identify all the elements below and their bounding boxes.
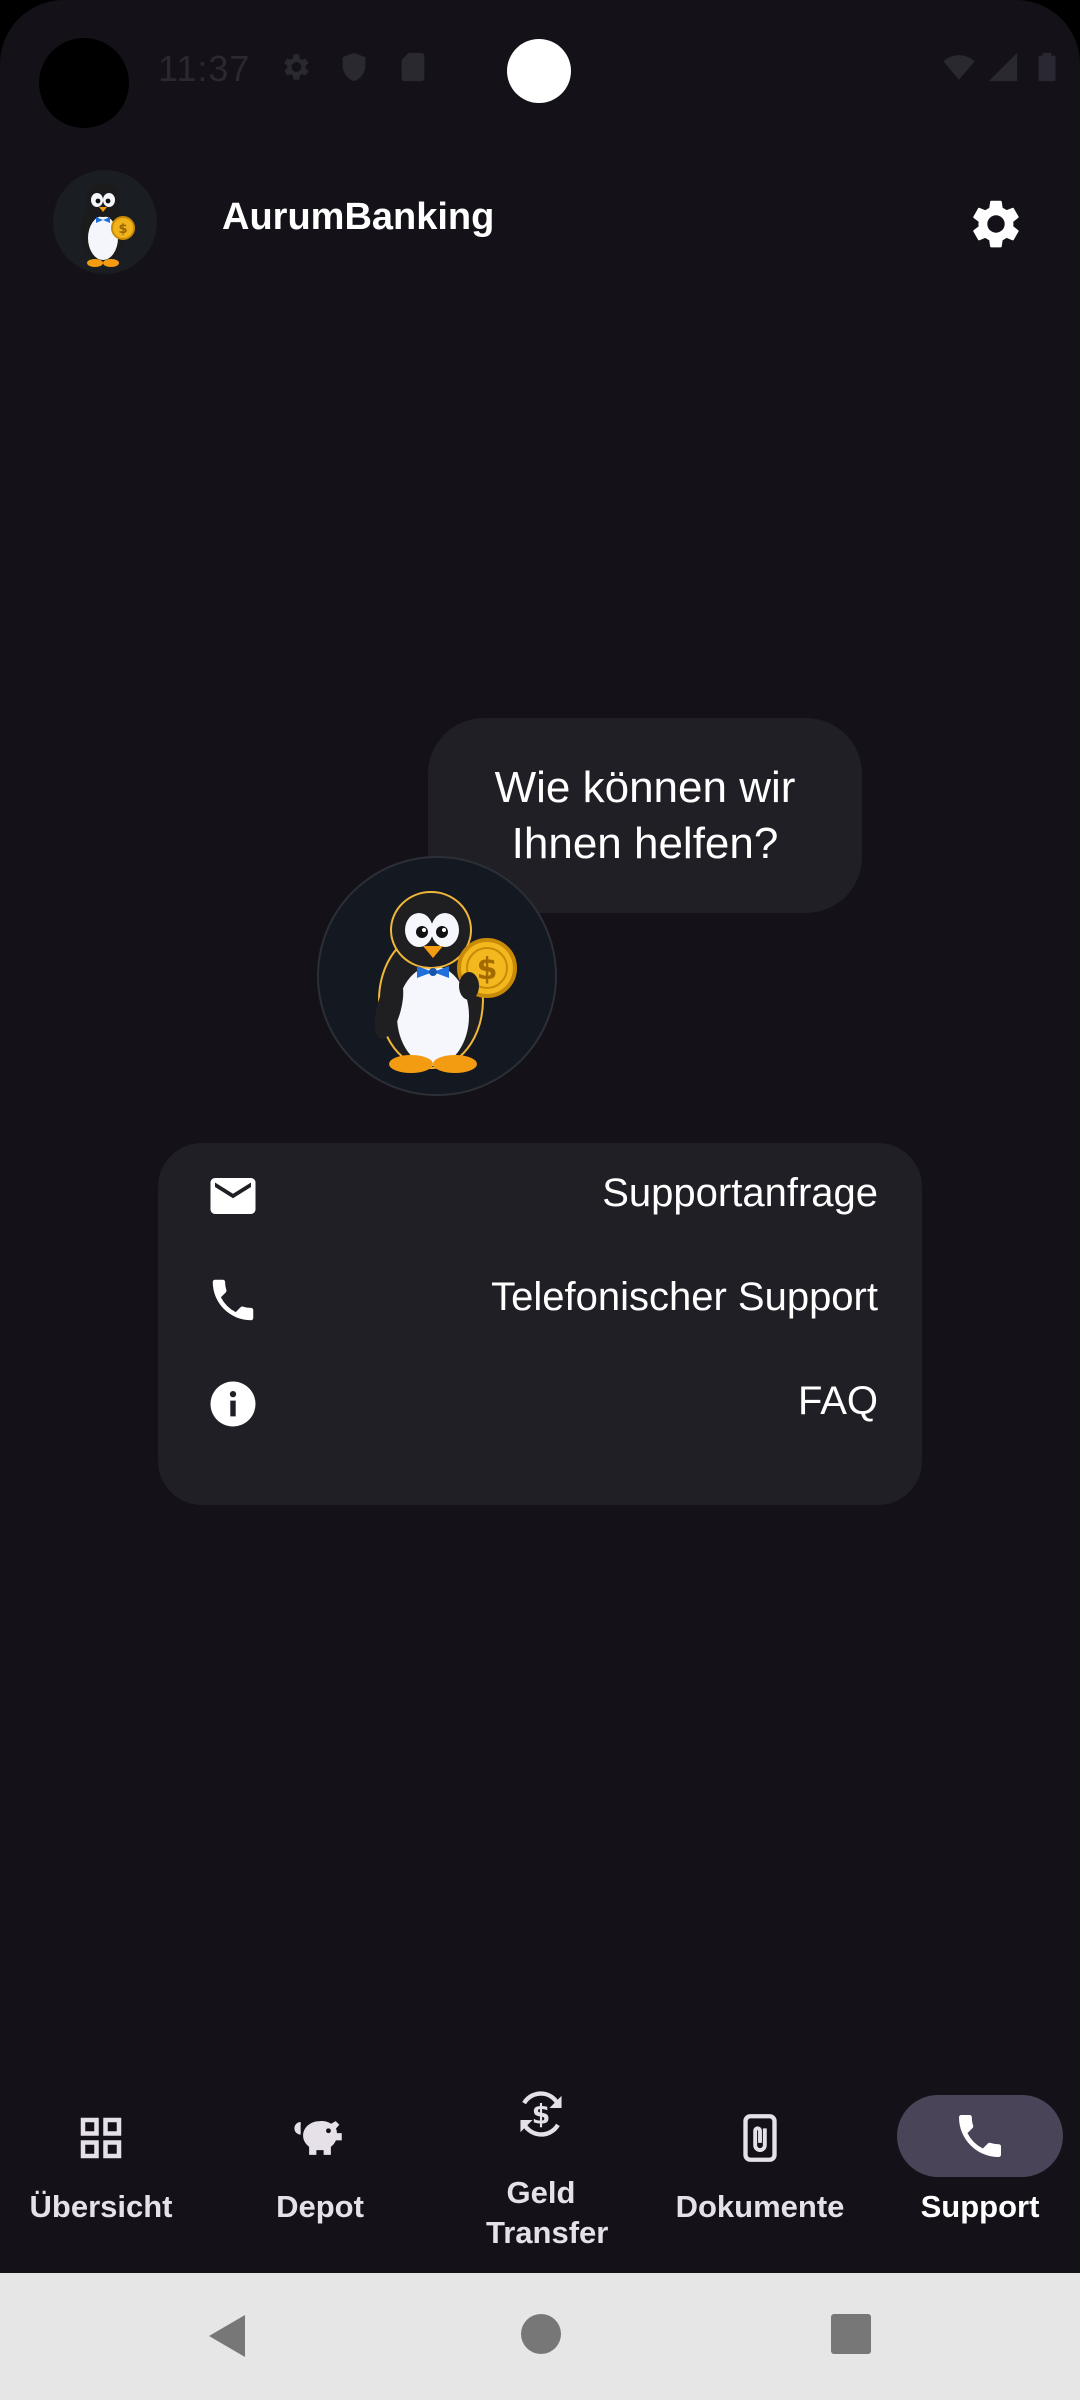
nav-item-support[interactable]: Support	[880, 2065, 1080, 2273]
nav-label-overview: Übersicht	[29, 2189, 173, 2224]
back-icon[interactable]	[205, 2313, 249, 2359]
piggy-bank-icon	[291, 2109, 349, 2167]
app-title: AurumBanking	[222, 196, 495, 238]
app-logo[interactable]: $	[53, 170, 157, 274]
grid-icon	[72, 2109, 130, 2167]
settings-icon	[284, 54, 309, 80]
nav-label-depot: Depot	[276, 2189, 364, 2224]
nav-label-money-transfer: Geld Transfer	[441, 2173, 641, 2253]
info-icon	[206, 1377, 260, 1431]
money-transfer-icon: $	[512, 2085, 570, 2143]
wifi-icon	[943, 55, 975, 80]
nav-label-support: Support	[920, 2189, 1040, 2224]
attachment-icon	[731, 2109, 789, 2167]
phone-support-option[interactable]: Telefonischer Support	[158, 1247, 922, 1351]
bottom-navigation: Übersicht Depot $ Geld Transfer Dokument…	[0, 2065, 1080, 2273]
system-navigation-bar	[0, 2273, 1080, 2400]
penguin-logo-icon: $	[81, 183, 135, 267]
nav-label-documents: Dokumente	[675, 2189, 845, 2224]
svg-text:$: $	[532, 2100, 551, 2131]
faq-option[interactable]: FAQ	[158, 1351, 922, 1455]
app-screen: 11:37 $ AurumBanking Wie können wir Ihne…	[0, 0, 1080, 2400]
phone-icon	[206, 1273, 260, 1327]
faq-label: FAQ	[797, 1379, 878, 1423]
front-camera-cutout	[39, 38, 129, 128]
support-request-option[interactable]: Supportanfrage	[158, 1143, 922, 1247]
nav-item-documents[interactable]: Dokumente	[660, 2065, 860, 2273]
mail-icon	[206, 1169, 260, 1223]
home-icon[interactable]	[520, 2313, 562, 2355]
penguin-mascot-icon: $	[374, 891, 517, 1073]
svg-text:$: $	[477, 952, 498, 987]
status-time: 11:37	[158, 48, 251, 89]
nav-item-money-transfer[interactable]: $ Geld Transfer	[441, 2065, 641, 2273]
nav-label-money-transfer-text: Geld Transfer	[486, 2175, 609, 2250]
recents-icon[interactable]	[830, 2313, 872, 2355]
nav-item-depot[interactable]: Depot	[220, 2065, 420, 2273]
shield-icon	[342, 52, 366, 82]
penguin-mascot: $	[317, 856, 557, 1096]
sd-card-icon	[401, 52, 425, 82]
phone-support-label: Telefonischer Support	[491, 1275, 878, 1319]
battery-icon	[1038, 52, 1056, 82]
svg-text:$: $	[118, 222, 127, 237]
signal-icon	[988, 52, 1018, 82]
speech-bubble-text: Wie können wir Ihnen helfen?	[494, 762, 796, 868]
support-request-label: Supportanfrage	[602, 1171, 878, 1215]
phone-icon	[951, 2107, 1009, 2165]
nav-item-overview[interactable]: Übersicht	[1, 2065, 201, 2273]
notification-dot	[507, 39, 571, 103]
status-bar: 11:37	[0, 0, 1080, 140]
settings-button[interactable]	[962, 190, 1030, 258]
support-options-card: Supportanfrage Telefonischer Support FAQ	[158, 1143, 922, 1505]
gear-icon	[973, 200, 1019, 248]
app-header: $ AurumBanking	[0, 160, 1080, 280]
